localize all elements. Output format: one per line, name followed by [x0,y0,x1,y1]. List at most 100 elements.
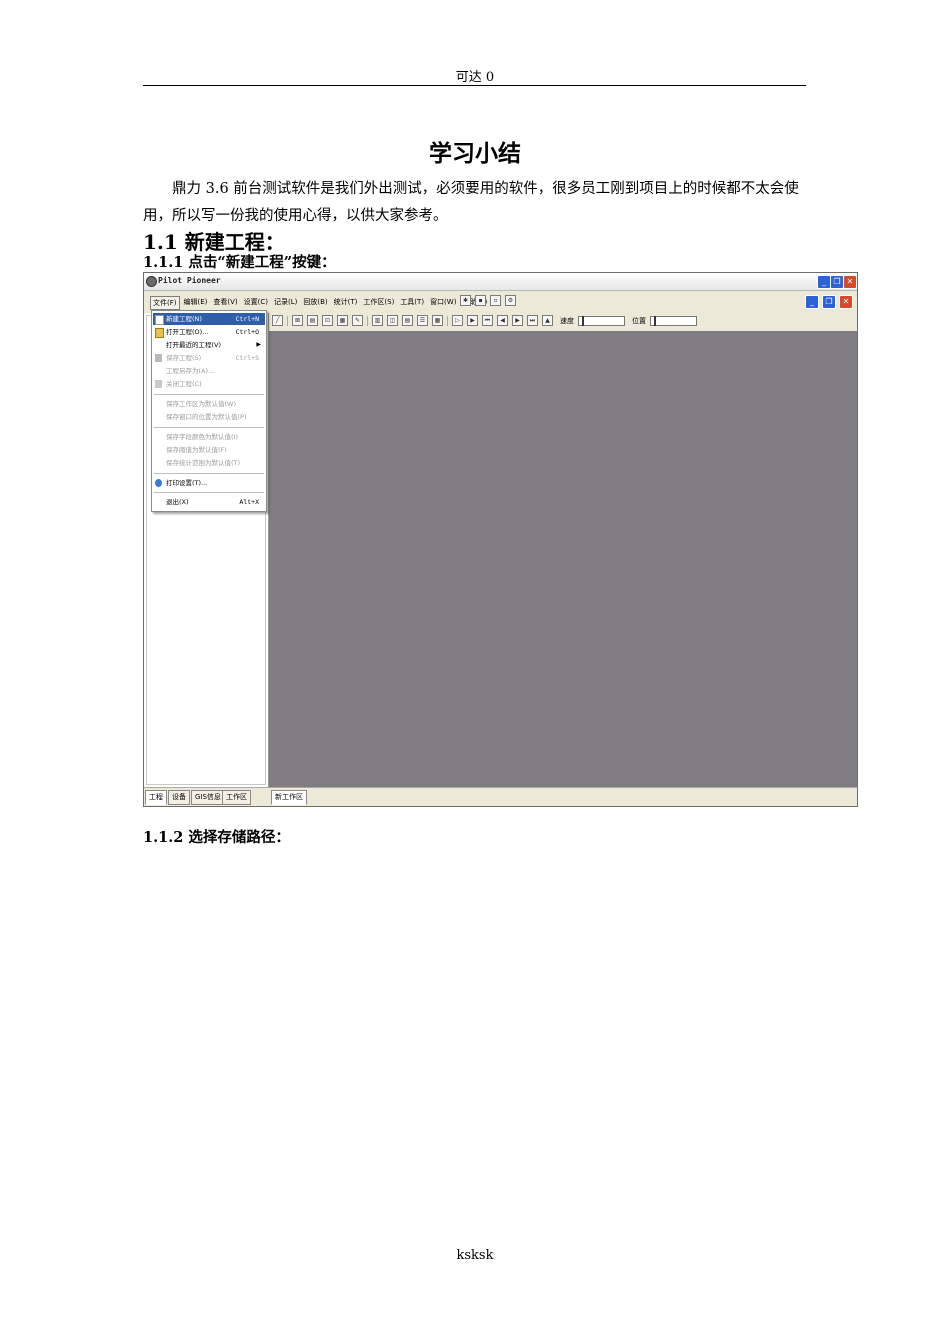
menu-item-save-window-pos-default[interactable]: 保存窗口的位置为默认值(P) [153,411,265,423]
menu-file[interactable]: 文件(F) [150,296,180,310]
minimize-icon[interactable]: _ [817,275,831,289]
menu-item-shortcut: Alt+X [239,498,259,506]
settings-gear-icon[interactable]: ⚙ [505,295,516,306]
menu-item-label: 保存统计范围为默认值(T) [166,459,241,467]
folder-open-icon [155,328,164,338]
position-slider-knob[interactable] [654,315,656,326]
restore-icon[interactable]: ❐ [830,275,844,289]
menu-workspace[interactable]: 工作区(S) [361,296,396,310]
grid-icon[interactable]: ▦ [337,315,348,326]
tab-workspace[interactable]: 工作区 [222,790,251,805]
menu-view[interactable]: 查看(V) [211,296,239,310]
menu-separator [154,473,264,474]
mdi-minimize-icon[interactable]: _ [805,295,819,309]
mountain-icon[interactable]: ▲ [542,315,553,326]
bottom-tabbar: 工程 设备 GIS信息 工作区 新工作区 [144,787,857,806]
speed-slider[interactable] [578,315,625,326]
menu-separator [154,427,264,428]
table-icon[interactable]: ▤ [307,315,318,326]
layout-2-icon[interactable]: ◫ [387,315,398,326]
map-icon[interactable]: ⊠ [292,315,303,326]
page-header: 可达 0 [455,70,495,85]
play-icon[interactable]: ▶ [467,315,478,326]
mdi-close-icon[interactable]: ✕ [839,295,853,309]
menu-item-label: 关闭工程(C) [166,380,202,388]
menu-item-shortcut: Ctrl+O [235,328,259,336]
menu-item-label: 退出(X) [166,498,189,506]
menu-statistics[interactable]: 统计(T) [332,296,360,310]
app-window-title: Pilot Pioneer [158,276,221,285]
tab-new-workspace[interactable]: 新工作区 [271,790,307,805]
section-heading-1-1-1: 1.1.1 点击“新建工程”按键： [143,254,336,271]
menu-item-label: 打开工程(O)... [166,328,209,336]
section-heading-1-1-2: 1.1.2 选择存储路径： [143,829,290,846]
close-project-icon [155,380,162,388]
mouse-cursor-icon [214,356,222,366]
last-icon[interactable]: ⏭ [527,315,538,326]
menu-item-save-field-color-default[interactable]: 保存字段颜色为默认值(I) [153,431,265,443]
menu-item-save-project[interactable]: 保存工程(S) Ctrl+S [153,352,265,364]
page-footer: ksksk [456,1248,494,1263]
chart-icon[interactable]: ╱ [272,315,283,326]
menu-item-label: 保存字段颜色为默认值(I) [166,433,238,441]
position-slider[interactable] [650,315,697,326]
workspace-area[interactable] [269,331,857,787]
menu-item-save-threshold-default[interactable]: 保存阈值为默认值(F) [153,444,265,456]
connect-icon[interactable]: ✱ [460,295,471,306]
layout-4-icon[interactable]: ☰ [417,315,428,326]
close-icon[interactable]: ✕ [843,275,857,289]
record-stop-icon[interactable]: ▫ [490,295,501,306]
menu-item-save-as[interactable]: 工程另存为(A)... [153,365,265,377]
next-icon[interactable]: ▶ [512,315,523,326]
pen-icon[interactable]: ✎ [352,315,363,326]
header-rule [143,85,806,86]
record-start-icon[interactable]: ▪ [475,295,486,306]
menu-item-label: 保存工作区为默认值(W) [166,400,236,408]
menu-item-label: 打印设置(T)... [166,479,208,487]
document-title: 学习小结 [429,140,521,167]
app-logo-icon [146,276,157,287]
menu-tools[interactable]: 工具(T) [398,296,426,310]
file-menu-dropdown: 新建工程(N) Ctrl+N 打开工程(O)... Ctrl+O 打开最近的工程… [151,310,267,512]
toolbar-separator [287,315,288,326]
tab-gis[interactable]: GIS信息 [191,790,225,805]
menu-item-open-project[interactable]: 打开工程(O)... Ctrl+O [153,326,265,338]
menu-item-new-project[interactable]: 新建工程(N) Ctrl+N [153,313,265,325]
first-icon[interactable]: ⏮ [482,315,493,326]
menu-settings[interactable]: 设置(C) [242,296,270,310]
menu-item-print-setup[interactable]: 打印设置(T)... [153,477,265,489]
menu-item-close-project[interactable]: 关闭工程(C) [153,378,265,390]
speed-slider-knob[interactable] [582,315,584,326]
menu-item-open-recent[interactable]: 打开最近的工程(V) ▶ [153,339,265,351]
speed-label: 速度 [560,316,574,325]
prev-icon[interactable]: ◀ [497,315,508,326]
app-titlebar: Pilot Pioneer _ ❐ ✕ [144,273,857,291]
toolbar-separator [447,315,448,326]
menu-playback[interactable]: 回放(B) [301,296,329,310]
open-log-icon[interactable]: ▷ [452,315,463,326]
menu-edit[interactable]: 编辑(E) [182,296,210,310]
menu-item-label: 保存工程(S) [166,354,202,362]
mdi-restore-icon[interactable]: ❐ [822,295,836,309]
layout-5-icon[interactable]: ▦ [432,315,443,326]
menu-item-label: 新建工程(N) [166,315,202,323]
menu-item-label: 保存窗口的位置为默认值(P) [166,413,247,421]
menu-item-exit[interactable]: 退出(X) Alt+X [153,496,265,508]
menu-record[interactable]: 记录(L) [272,296,299,310]
menu-item-save-stat-range-default[interactable]: 保存统计范围为默认值(T) [153,457,265,469]
menu-item-label: 打开最近的工程(V) [166,341,222,349]
toolbar-separator [367,315,368,326]
graph-icon[interactable]: ⊡ [322,315,333,326]
layout-3-icon[interactable]: ▤ [402,315,413,326]
new-file-icon [155,315,164,325]
menu-window[interactable]: 窗口(W) [428,296,458,310]
tab-project[interactable]: 工程 [145,790,167,805]
save-disk-icon [155,354,162,362]
layout-1-icon[interactable]: ▥ [372,315,383,326]
menu-item-save-workspace-default[interactable]: 保存工作区为默认值(W) [153,398,265,410]
secondary-toolbar: ╱ ⊠ ▤ ⊡ ▦ ✎ ▥ ◫ ▤ ☰ ▦ ▷ ▶ ⏮ ◀ ▶ ⏭ ▲ 速度 位… [268,313,857,329]
position-label: 位置 [632,316,646,325]
menu-item-shortcut: Ctrl+N [235,315,259,323]
tab-device[interactable]: 设备 [168,790,190,805]
print-setup-icon [155,479,162,487]
